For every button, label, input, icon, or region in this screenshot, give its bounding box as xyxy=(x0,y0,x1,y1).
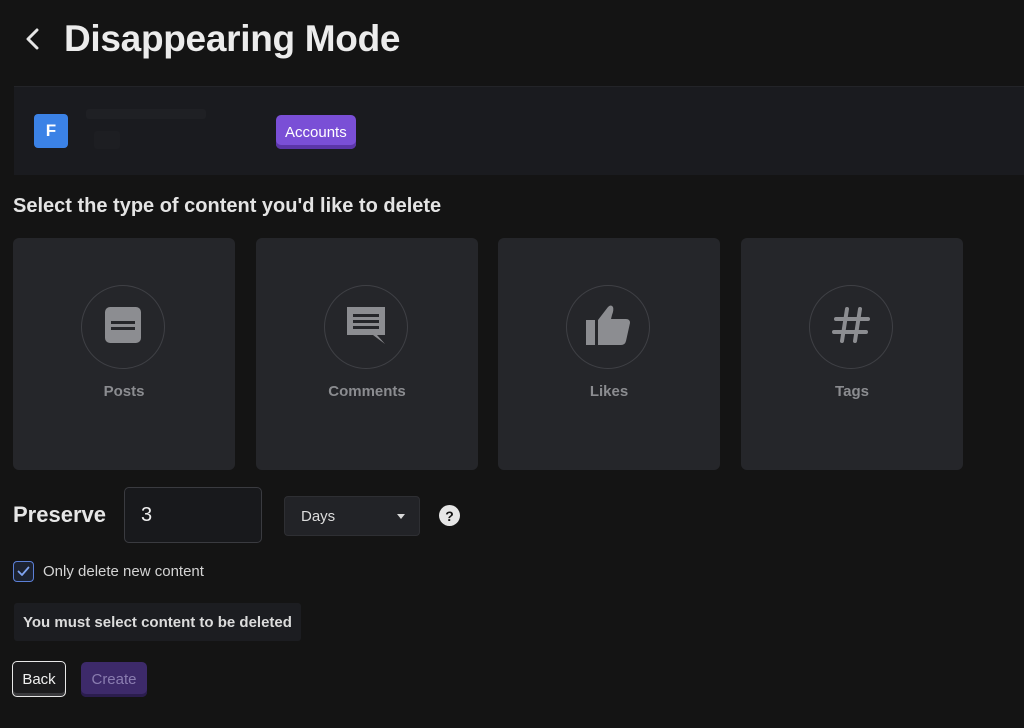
content-card-comments[interactable]: Comments xyxy=(256,238,478,470)
content-type-heading: Select the type of content you'd like to… xyxy=(13,195,442,217)
preserve-label: Preserve xyxy=(13,502,106,527)
page-header: Disappearing Mode xyxy=(20,14,400,64)
only-new-checkbox[interactable] xyxy=(13,561,34,582)
accounts-button[interactable]: Accounts xyxy=(276,115,356,149)
card-icon-circle xyxy=(324,285,408,369)
card-icon-circle xyxy=(81,285,165,369)
card-icon-circle xyxy=(809,285,893,369)
account-handle-placeholder xyxy=(94,131,120,149)
page-title: Disappearing Mode xyxy=(64,18,401,59)
preserve-unit-select[interactable]: Days xyxy=(284,496,420,536)
validation-warning: You must select content to be deleted xyxy=(14,603,301,641)
preserve-unit-value: Days xyxy=(301,507,336,525)
create-button[interactable]: Create xyxy=(81,662,147,697)
card-icon-circle xyxy=(566,285,650,369)
back-button[interactable]: Back xyxy=(12,661,66,697)
card-label: Posts xyxy=(103,383,145,400)
question-icon[interactable]: ? xyxy=(439,505,460,526)
comment-icon xyxy=(344,303,388,352)
account-avatar[interactable]: F xyxy=(34,114,68,148)
chevron-left-icon[interactable] xyxy=(20,26,46,52)
account-bar: F Accounts xyxy=(14,86,1024,175)
preserve-amount-input[interactable] xyxy=(124,487,262,543)
validation-warning-text: You must select content to be deleted xyxy=(23,613,292,631)
card-label: Likes xyxy=(589,383,629,400)
caret-down-icon xyxy=(397,514,405,519)
content-card-likes[interactable]: Likes xyxy=(498,238,720,470)
hashtag-icon xyxy=(831,305,871,350)
content-card-posts[interactable]: Posts xyxy=(13,238,235,470)
check-icon xyxy=(17,566,30,576)
account-name-placeholder xyxy=(86,109,206,119)
thumbs-up-icon xyxy=(584,303,632,352)
card-label: Comments xyxy=(328,383,406,400)
content-card-tags[interactable]: Tags xyxy=(741,238,963,470)
post-icon xyxy=(103,305,143,350)
only-new-label[interactable]: Only delete new content xyxy=(43,563,204,580)
card-label: Tags xyxy=(835,383,869,400)
